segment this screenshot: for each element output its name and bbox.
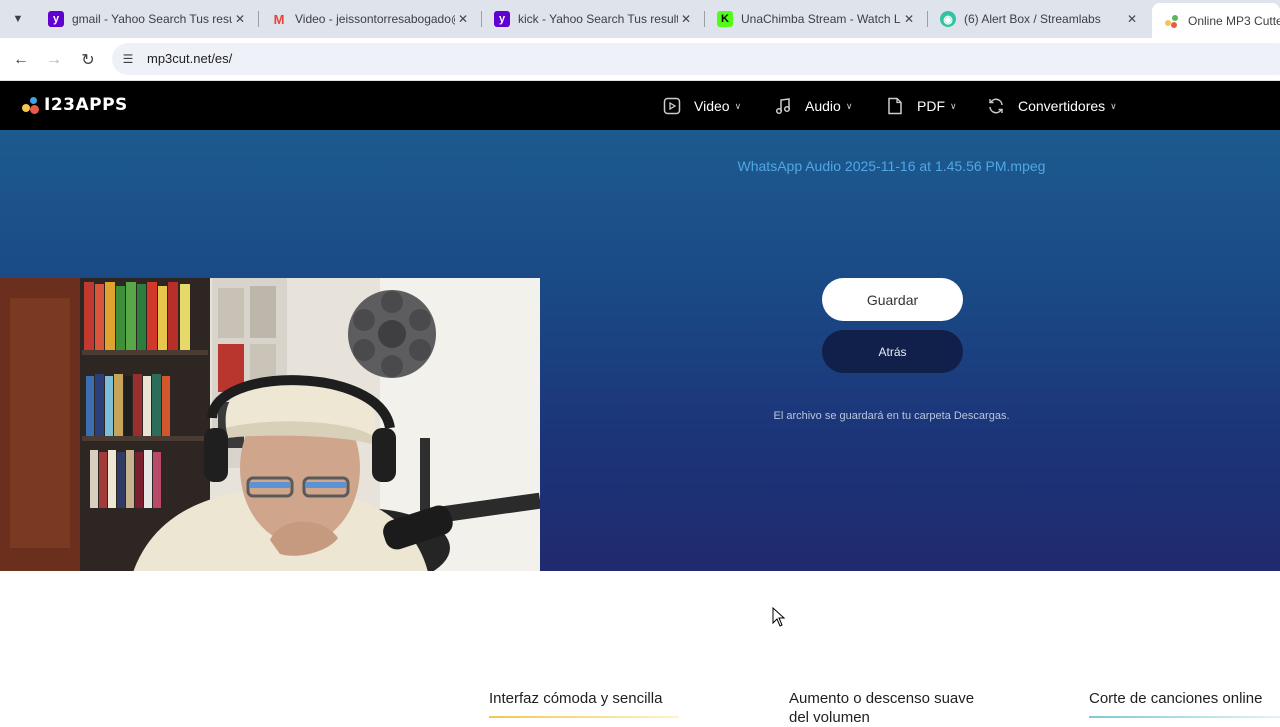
chevron-down-icon: ∨ <box>950 100 957 111</box>
feature-item: Corte de canciones online <box>1089 689 1280 718</box>
feature-underline <box>489 716 679 718</box>
browser-tab-5[interactable]: ◉ (6) Alert Box / Streamlabs ✕ <box>928 3 1150 35</box>
mouse-cursor-icon <box>772 607 786 627</box>
back-button[interactable]: Atrás <box>822 330 963 373</box>
file-name: WhatsApp Audio 2025-11-16 at 1.45.56 PM.… <box>737 158 1046 174</box>
browser-tab-1[interactable]: y gmail - Yahoo Search Tus resultados ✕ <box>36 3 258 35</box>
close-icon[interactable]: ✕ <box>232 12 248 26</box>
forward-arrow-icon[interactable]: → <box>43 49 65 71</box>
logo-dots-icon <box>22 95 42 115</box>
menu-label: PDF <box>917 98 945 114</box>
tab-title: Video - jeissontorresabogado@ <box>295 12 455 26</box>
feature-title: Interfaz cómoda y sencilla <box>489 690 663 707</box>
features-section: Interfaz cómoda y sencilla Aumento o des… <box>0 571 1280 726</box>
webcam-overlay <box>0 278 540 582</box>
menu-label: Video <box>694 98 730 114</box>
tab-title: (6) Alert Box / Streamlabs <box>964 12 1101 26</box>
chevron-down-icon: ∨ <box>845 100 853 111</box>
reload-icon[interactable]: ↻ <box>77 49 99 71</box>
site-header: I23APPS Video ∨ Audio ∨ PDF ∨ Convertido… <box>0 81 1280 130</box>
back-arrow-icon[interactable]: ← <box>10 49 32 71</box>
feature-title: Aumento o descenso suave del volumen <box>789 690 975 726</box>
browser-tab-2[interactable]: M Video - jeissontorresabogado@ ✕ <box>259 3 481 35</box>
document-icon <box>885 96 905 116</box>
logo-text: I23APPS <box>44 95 128 115</box>
gmail-icon: M <box>273 11 285 27</box>
feature-item: Aumento o descenso suave del volumen <box>789 689 994 727</box>
close-icon[interactable]: ✕ <box>901 12 917 26</box>
close-icon[interactable]: ✕ <box>678 12 694 26</box>
chevron-down-icon: ∨ <box>734 100 742 111</box>
123apps-icon <box>1164 13 1180 29</box>
logo[interactable]: I23APPS <box>22 95 128 115</box>
site-info-icon[interactable]: ☰ <box>120 51 136 67</box>
browser-tab-4[interactable]: K UnaChimba Stream - Watch Live ✕ <box>705 3 927 35</box>
yahoo-icon: y <box>48 11 64 27</box>
chevron-down-icon: ∨ <box>1110 100 1117 111</box>
menu-item-audio[interactable]: Audio ∨ <box>773 95 852 117</box>
tab-title: UnaChimba Stream - Watch Live <box>741 12 901 26</box>
menu-item-convertidores[interactable]: Convertidores ∨ <box>986 95 1117 117</box>
tab-title: gmail - Yahoo Search Tus resultados <box>72 12 232 26</box>
browser-tab-bar: ▼ y gmail - Yahoo Search Tus resultados … <box>0 0 1280 38</box>
music-note-icon <box>773 96 793 116</box>
feature-title: Corte de canciones online <box>1089 690 1263 707</box>
close-icon[interactable]: ✕ <box>1124 12 1140 26</box>
address-bar[interactable]: ☰ mp3cut.net/es/ <box>112 43 1280 75</box>
streamlabs-icon: ◉ <box>940 11 956 27</box>
video-icon <box>662 96 682 116</box>
kick-icon: K <box>717 11 733 27</box>
yahoo-icon: y <box>494 11 510 27</box>
close-icon[interactable]: ✕ <box>455 12 471 26</box>
browser-toolbar: ← → ↻ ☰ mp3cut.net/es/ <box>0 38 1280 81</box>
browser-tab-6-active[interactable]: Online MP3 Cutter - <box>1152 3 1280 38</box>
refresh-icon <box>986 96 1006 116</box>
menu-label: Audio <box>805 98 841 114</box>
menu-item-video[interactable]: Video ∨ <box>662 95 741 117</box>
browser-tab-3[interactable]: y kick - Yahoo Search Tus resultados ✕ <box>482 3 704 35</box>
menu-item-pdf[interactable]: PDF ∨ <box>885 95 957 117</box>
tab-title: kick - Yahoo Search Tus resultados <box>518 12 678 26</box>
tab-title: Online MP3 Cutter - <box>1188 13 1280 28</box>
webcam-image <box>0 278 540 582</box>
feature-item: Interfaz cómoda y sencilla <box>489 689 689 718</box>
tab-list-chevron-icon[interactable]: ▼ <box>8 9 28 29</box>
menu-label: Convertidores <box>1018 98 1106 114</box>
save-button[interactable]: Guardar <box>822 278 963 321</box>
feature-underline <box>1089 716 1280 718</box>
url-text[interactable]: mp3cut.net/es/ <box>147 51 232 66</box>
